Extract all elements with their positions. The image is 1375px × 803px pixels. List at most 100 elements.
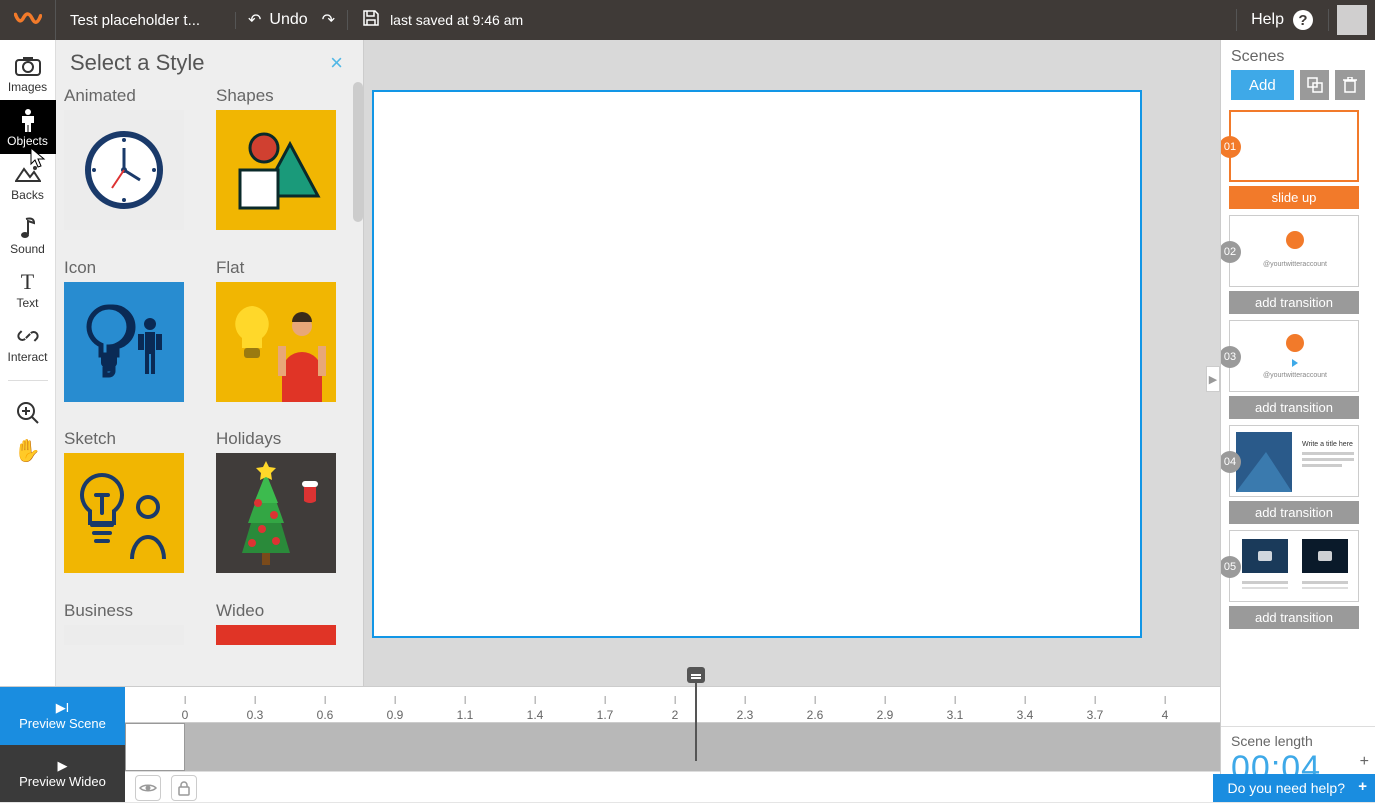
timeline-tick: 2 bbox=[672, 708, 679, 722]
length-plus-button[interactable]: + bbox=[1360, 753, 1369, 771]
timeline-tick: 0.6 bbox=[317, 708, 334, 722]
style-holidays[interactable] bbox=[216, 453, 336, 573]
duplicate-scene-button[interactable] bbox=[1300, 70, 1330, 100]
style-wideo[interactable] bbox=[216, 625, 336, 645]
timeline-tick: 3.4 bbox=[1017, 708, 1034, 722]
nav-sound-label: Sound bbox=[10, 242, 45, 256]
delete-scene-button[interactable] bbox=[1335, 70, 1365, 100]
help-label: Help bbox=[1251, 11, 1284, 29]
camera-icon bbox=[15, 54, 41, 78]
style-sketch[interactable] bbox=[64, 453, 184, 573]
scene-transition[interactable]: add transition bbox=[1229, 501, 1359, 524]
style-flat[interactable] bbox=[216, 282, 336, 402]
scenes-panel: Scenes Add 01 slide up 02 @yourtwitterac… bbox=[1220, 40, 1375, 802]
timeline-tick: 1.7 bbox=[597, 708, 614, 722]
scene-transition[interactable]: add transition bbox=[1229, 396, 1359, 419]
svg-text:@yourtwitteraccount: @yourtwitteraccount bbox=[1263, 372, 1327, 379]
preview-wideo-label: Preview Wideo bbox=[19, 774, 106, 789]
landscape-icon bbox=[15, 162, 41, 186]
help-icon: ? bbox=[1292, 9, 1314, 31]
style-animated-label: Animated bbox=[64, 86, 188, 106]
timeline-clip[interactable] bbox=[125, 723, 185, 771]
app-logo[interactable] bbox=[0, 0, 56, 40]
timeline-track[interactable] bbox=[125, 723, 1220, 771]
scene-04[interactable]: 04 Write a title here add transition bbox=[1229, 425, 1367, 524]
scene-thumb[interactable]: @yourtwitteraccount bbox=[1229, 215, 1359, 287]
style-sketch-label: Sketch bbox=[64, 429, 188, 449]
nav-objects[interactable]: Objects bbox=[0, 100, 56, 154]
project-title[interactable]: Test placeholder t... bbox=[56, 12, 236, 29]
timeline-tick: 2.9 bbox=[877, 708, 894, 722]
scene-list: 01 slide up 02 @yourtwitteraccount add t… bbox=[1221, 110, 1375, 726]
preview-scene-button[interactable]: ▶I Preview Scene bbox=[0, 687, 125, 745]
scene-thumb[interactable]: Write a title here bbox=[1229, 425, 1359, 497]
help-float-button[interactable]: Do you need help? bbox=[1213, 774, 1375, 802]
scene-transition[interactable]: slide up bbox=[1229, 186, 1359, 209]
play-icon: ▶I bbox=[56, 700, 70, 716]
timeline-ruler[interactable]: 00.30.60.91.11.41.722.32.62.93.13.43.74 bbox=[125, 687, 1220, 723]
person-icon bbox=[15, 108, 41, 132]
scenes-collapse-toggle[interactable]: ▶ bbox=[1206, 366, 1220, 392]
timeline-tick: 2.6 bbox=[807, 708, 824, 722]
scene-thumb[interactable]: @yourtwitteraccount bbox=[1229, 320, 1359, 392]
timeline-tick: 3.7 bbox=[1087, 708, 1104, 722]
nav-text-label: Text bbox=[16, 296, 38, 310]
style-icon[interactable] bbox=[64, 282, 184, 402]
lock-toggle[interactable] bbox=[171, 775, 197, 801]
scene-thumb[interactable] bbox=[1229, 530, 1359, 602]
last-saved-label: last saved at 9:46 am bbox=[390, 12, 523, 28]
timeline-tick: 0 bbox=[182, 708, 189, 722]
playhead-knob[interactable] bbox=[687, 667, 705, 683]
nav-images-label: Images bbox=[8, 80, 47, 94]
user-avatar[interactable] bbox=[1337, 5, 1367, 35]
style-icon-label: Icon bbox=[64, 258, 188, 278]
hand-icon: ✋ bbox=[15, 439, 41, 463]
timeline-playhead[interactable] bbox=[695, 677, 697, 761]
scene-transition[interactable]: add transition bbox=[1229, 606, 1359, 629]
undo-icon: ↶ bbox=[248, 10, 261, 30]
save-icon[interactable] bbox=[362, 9, 380, 32]
nav-backs-label: Backs bbox=[11, 188, 44, 202]
style-shapes-label: Shapes bbox=[216, 86, 340, 106]
panel-scrollbar[interactable] bbox=[353, 82, 363, 222]
zoom-tool[interactable] bbox=[0, 391, 56, 435]
scene-transition[interactable]: add transition bbox=[1229, 291, 1359, 314]
nav-interact[interactable]: Interact bbox=[0, 316, 56, 370]
scene-03[interactable]: 03 @yourtwitteraccount add transition bbox=[1229, 320, 1367, 419]
style-animated[interactable] bbox=[64, 110, 184, 230]
help-button[interactable]: Help ? bbox=[1236, 9, 1329, 31]
undo-label: Undo bbox=[269, 11, 307, 29]
scene-02[interactable]: 02 @yourtwitteraccount add transition bbox=[1229, 215, 1367, 314]
nav-interact-label: Interact bbox=[7, 350, 47, 364]
timeline-tick: 3.1 bbox=[947, 708, 964, 722]
style-wideo-label: Wideo bbox=[216, 601, 340, 621]
link-icon bbox=[15, 324, 41, 348]
nav-backs[interactable]: Backs bbox=[0, 154, 56, 208]
nav-images[interactable]: Images bbox=[0, 46, 56, 100]
canvas[interactable] bbox=[372, 90, 1142, 638]
undo-button[interactable]: ↶ Undo bbox=[248, 10, 308, 30]
nav-sound[interactable]: Sound bbox=[0, 208, 56, 262]
style-shapes[interactable] bbox=[216, 110, 336, 230]
style-business[interactable] bbox=[64, 625, 184, 645]
scene-05[interactable]: 05 add transition bbox=[1229, 530, 1367, 629]
redo-button[interactable]: ↷ bbox=[322, 10, 335, 30]
timeline-tick: 1.1 bbox=[457, 708, 474, 722]
pan-tool[interactable]: ✋ bbox=[0, 435, 56, 467]
add-scene-button[interactable]: Add bbox=[1231, 70, 1294, 100]
style-business-label: Business bbox=[64, 601, 188, 621]
nav-text[interactable]: T Text bbox=[0, 262, 56, 316]
scene-thumb[interactable] bbox=[1229, 110, 1359, 182]
svg-text:?: ? bbox=[1298, 12, 1307, 29]
svg-text:@yourtwitteraccount: @yourtwitteraccount bbox=[1263, 261, 1327, 268]
visibility-toggle[interactable] bbox=[135, 775, 161, 801]
scene-01[interactable]: 01 slide up bbox=[1229, 110, 1367, 209]
preview-wideo-button[interactable]: ▶ Preview Wideo bbox=[0, 745, 125, 803]
timeline-tick: 0.9 bbox=[387, 708, 404, 722]
timeline-tick: 0.3 bbox=[247, 708, 264, 722]
timeline: ▶I Preview Scene ▶ Preview Wideo 0 0.3 0.6… bbox=[0, 686, 1220, 802]
zoom-in-icon bbox=[15, 401, 41, 425]
panel-close-button[interactable]: × bbox=[324, 50, 349, 76]
scene-length-label: Scene length bbox=[1231, 733, 1365, 749]
svg-text:Write a title here: Write a title here bbox=[1302, 441, 1353, 448]
